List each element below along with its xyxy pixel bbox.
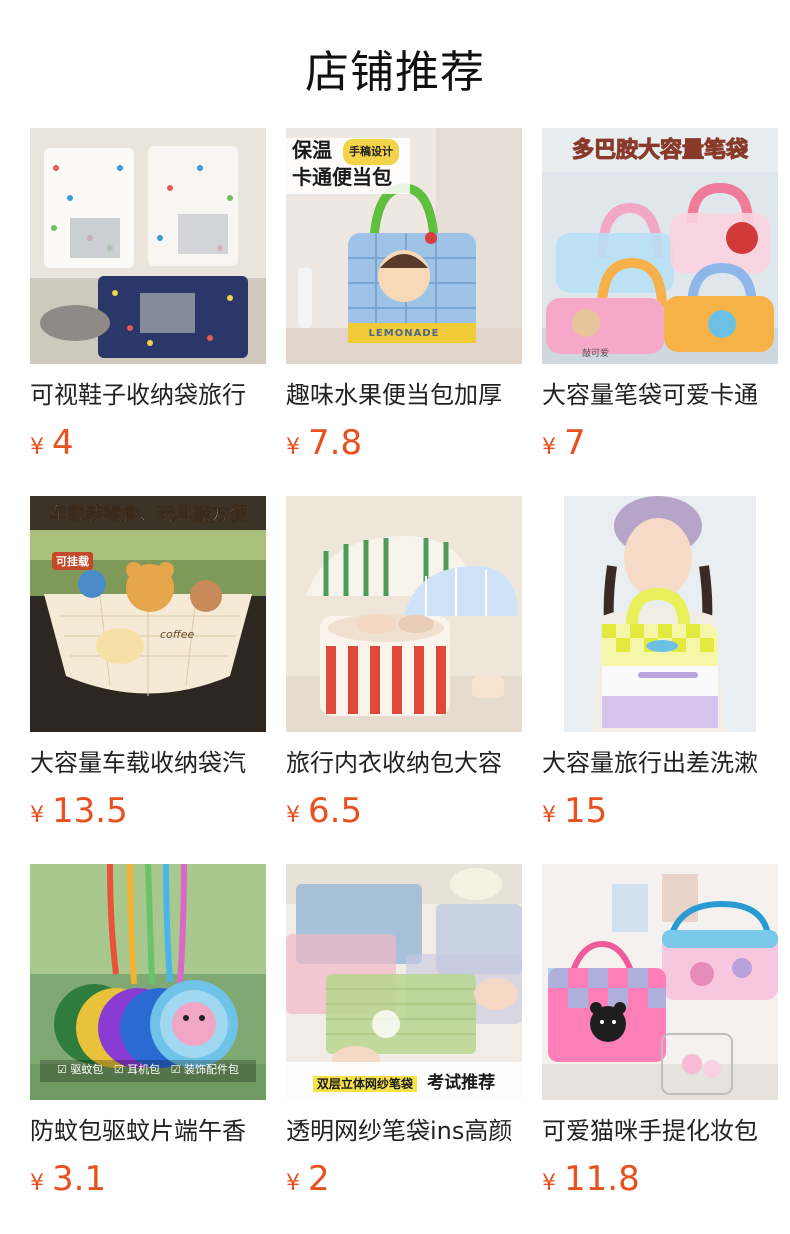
currency-symbol: ¥ [286,435,300,460]
product-name[interactable]: 可爱猫咪手提化妆包 [542,1114,778,1148]
currency-symbol: ¥ [286,1171,300,1196]
product-name[interactable]: 大容量车载收纳袋汽 [30,746,266,780]
product-price: ¥13.5 [30,788,266,834]
product-image[interactable] [286,496,522,732]
product-card[interactable]: 双层立体网纱笔袋 考试推荐 透明网纱笔袋ins高颜 ¥2 [286,864,522,1199]
image-caption: 保温 手稿设计 卡通便当包 [292,138,399,189]
price-value: 3.1 [52,1159,107,1199]
product-image[interactable]: ☑ 驱蚊包 ☑ 耳机包 ☑ 装饰配件包 [30,864,266,1100]
product-card[interactable]: 车载装零食、玩具敲方便 可挂载 coffee 大容量车载收纳袋汽 ¥13.5 [30,496,266,831]
currency-symbol: ¥ [542,803,556,828]
price-value: 6.5 [308,791,363,831]
product-card[interactable]: 可爱猫咪手提化妆包 ¥11.8 [542,864,778,1199]
product-price: ¥3.1 [30,1156,266,1202]
currency-symbol: ¥ [30,435,44,460]
image-caption: 可挂载 [52,552,93,570]
image-caption: 敲可爱 [582,349,610,359]
image-caption: 多巴胺大容量笔袋 [571,138,748,164]
product-name[interactable]: 趣味水果便当包加厚 [286,378,522,412]
image-caption: 双层立体网纱笔袋 考试推荐 [286,1068,522,1093]
price-value: 7 [564,423,586,463]
currency-symbol: ¥ [542,435,556,460]
product-name[interactable]: 透明网纱笔袋ins高颜 [286,1114,522,1148]
product-card[interactable]: 大容量旅行出差洗漱 ¥15 [542,496,778,831]
image-caption: ☑ 驱蚊包 ☑ 耳机包 ☑ 装饰配件包 [56,1063,240,1076]
product-price: ¥2 [286,1156,522,1202]
product-price: ¥11.8 [542,1156,778,1202]
product-price: ¥6.5 [286,788,522,834]
product-image[interactable] [542,496,778,732]
product-card[interactable]: ☑ 驱蚊包 ☑ 耳机包 ☑ 装饰配件包 防蚊包驱蚊片端午香 ¥3.1 [30,864,266,1199]
page-title: 店铺推荐 [305,47,485,98]
product-card[interactable]: 可视鞋子收纳袋旅行 ¥4 [30,128,266,463]
product-image[interactable] [542,864,778,1100]
price-value: 2 [308,1159,330,1199]
price-value: 13.5 [52,791,128,831]
currency-symbol: ¥ [30,1171,44,1196]
product-price: ¥4 [30,420,266,466]
product-card[interactable]: 保温 手稿设计 卡通便当包 LEMONADE 趣味水果便当包加厚 ¥7.8 [286,128,522,463]
product-price: ¥7 [542,420,778,466]
product-card[interactable]: 旅行内衣收纳包大容 ¥6.5 [286,496,522,831]
product-name[interactable]: 大容量笔袋可爱卡通 [542,378,778,412]
product-name[interactable]: 可视鞋子收纳袋旅行 [30,378,266,412]
price-value: 11.8 [564,1159,640,1199]
currency-symbol: ¥ [542,1171,556,1196]
image-caption: 车载装零食、玩具敲方便 [49,504,248,526]
currency-symbol: ¥ [286,803,300,828]
product-name[interactable]: 旅行内衣收纳包大容 [286,746,522,780]
price-value: 4 [52,423,74,463]
image-caption: coffee [160,628,195,641]
product-image[interactable]: 多巴胺大容量笔袋 敲可爱 [542,128,778,364]
product-price: ¥7.8 [286,420,522,466]
price-value: 15 [564,791,608,831]
product-name[interactable]: 大容量旅行出差洗漱 [542,746,778,780]
product-image[interactable] [30,128,266,364]
product-price: ¥15 [542,788,778,834]
product-image[interactable]: 保温 手稿设计 卡通便当包 LEMONADE [286,128,522,364]
image-caption: LEMONADE [368,328,440,339]
product-grid: 可视鞋子收纳袋旅行 ¥4 保温 手稿设计 卡通便当包 LEMONADE 趣味水果… [30,128,778,1199]
price-value: 7.8 [308,423,363,463]
product-image[interactable]: 双层立体网纱笔袋 考试推荐 [286,864,522,1100]
product-card[interactable]: 多巴胺大容量笔袋 敲可爱 大容量笔袋可爱卡通 ¥7 [542,128,778,463]
product-image[interactable]: 车载装零食、玩具敲方便 可挂载 coffee [30,496,266,732]
product-name[interactable]: 防蚊包驱蚊片端午香 [30,1114,266,1148]
currency-symbol: ¥ [30,803,44,828]
